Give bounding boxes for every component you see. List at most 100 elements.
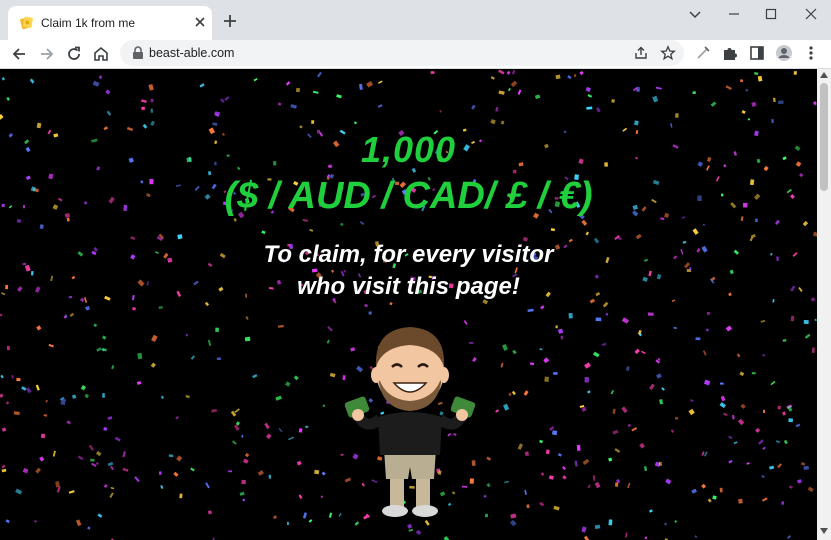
confetti-piece [311,120,315,124]
confetti-piece [359,220,365,226]
confetti-piece [540,472,545,476]
menu-icon[interactable] [802,44,820,62]
confetti-piece [523,390,529,396]
maximize-icon[interactable] [761,6,781,22]
confetti-piece [504,480,510,484]
currency-list: ($ / AUD / CAD/ £ / €) [224,175,593,217]
confetti-piece [92,80,100,87]
tab-active[interactable]: Claim 1k from me [8,6,212,40]
new-tab-icon[interactable] [222,13,238,29]
mascot-character-image [344,327,476,517]
forward-icon[interactable] [37,44,57,64]
lock-icon[interactable] [132,46,144,60]
confetti-piece [674,416,679,420]
share-icon[interactable] [633,45,649,61]
confetti-piece [328,512,333,518]
confetti-piece [510,80,518,88]
confetti-piece [77,455,84,461]
confetti-piece [512,349,517,355]
confetti-piece [543,357,550,364]
confetti-piece [35,467,41,474]
confetti-piece [278,427,283,433]
confetti-piece [173,471,179,477]
confetti-piece [655,86,662,90]
confetti-piece [587,94,593,98]
confetti-piece [190,355,195,360]
puzzle-icon[interactable] [721,44,739,62]
confetti-piece [804,333,811,339]
confetti-piece [557,453,562,457]
confetti-piece [625,366,630,372]
confetti-piece [107,461,114,467]
window-close-icon[interactable] [801,6,821,22]
back-icon[interactable] [9,44,29,64]
confetti-piece [109,492,114,499]
confetti-piece [733,441,738,445]
star-icon[interactable] [660,45,676,61]
confetti-piece [763,409,765,414]
scrollbar-thumb[interactable] [820,83,828,191]
confetti-piece [754,72,759,75]
scroll-up-arrow-icon[interactable] [820,72,828,78]
confetti-piece [103,484,108,488]
confetti-piece [500,120,505,125]
confetti-piece [6,345,10,351]
confetti-piece [39,224,44,229]
confetti-piece [87,526,91,530]
confetti-piece [595,317,602,322]
home-icon[interactable] [91,44,111,64]
confetti-piece [706,311,711,315]
tab-close-icon[interactable] [192,14,208,30]
confetti-piece [0,393,4,398]
sidebar-icon[interactable] [748,44,766,62]
confetti-piece [15,488,23,495]
confetti-piece [592,475,596,481]
confetti-piece [723,412,728,417]
confetti-piece [80,384,87,391]
scroll-down-arrow-icon[interactable] [820,528,828,534]
confetti-piece [242,498,246,502]
reload-icon[interactable] [64,44,84,64]
confetti-piece [69,312,75,318]
confetti-piece [770,380,776,386]
url-text[interactable]: beast-able.com [149,46,234,60]
confetti-piece [158,306,163,309]
confetti-piece [84,393,89,399]
confetti-piece [712,495,717,500]
confetti-piece [757,75,763,82]
browser-toolbar: beast-able.com [0,40,831,69]
confetti-piece [702,350,707,356]
profile-icon[interactable] [775,44,793,62]
confetti-piece [579,405,585,408]
confetti-piece [233,218,237,222]
confetti-piece [688,408,695,416]
minimize-icon[interactable] [724,6,744,22]
confetti-piece [185,394,191,399]
confetti-piece [786,535,792,539]
confetti-piece [45,399,48,403]
confetti-piece [295,87,300,93]
tab-search-chevron-icon[interactable] [685,6,705,22]
confetti-piece [234,408,240,413]
confetti-piece [509,519,517,527]
confetti-piece [695,337,701,341]
confetti-piece [366,81,374,88]
extension-icon[interactable] [694,44,712,62]
confetti-piece [244,452,250,458]
confetti-piece [562,475,567,480]
confetti-piece [103,427,108,431]
page-scrollbar[interactable] [817,69,831,540]
confetti-piece [161,395,164,399]
confetti-piece [574,460,578,467]
confetti-piece [322,404,325,407]
address-bar[interactable]: beast-able.com [120,40,684,66]
confetti-piece [0,374,4,379]
confetti-piece [141,106,146,111]
confetti-piece [728,459,733,464]
confetti-piece [648,509,653,513]
confetti-piece [287,521,289,526]
confetti-piece [710,101,717,107]
confetti-piece [639,442,645,449]
confetti-piece [529,362,535,366]
confetti-piece [29,78,35,84]
